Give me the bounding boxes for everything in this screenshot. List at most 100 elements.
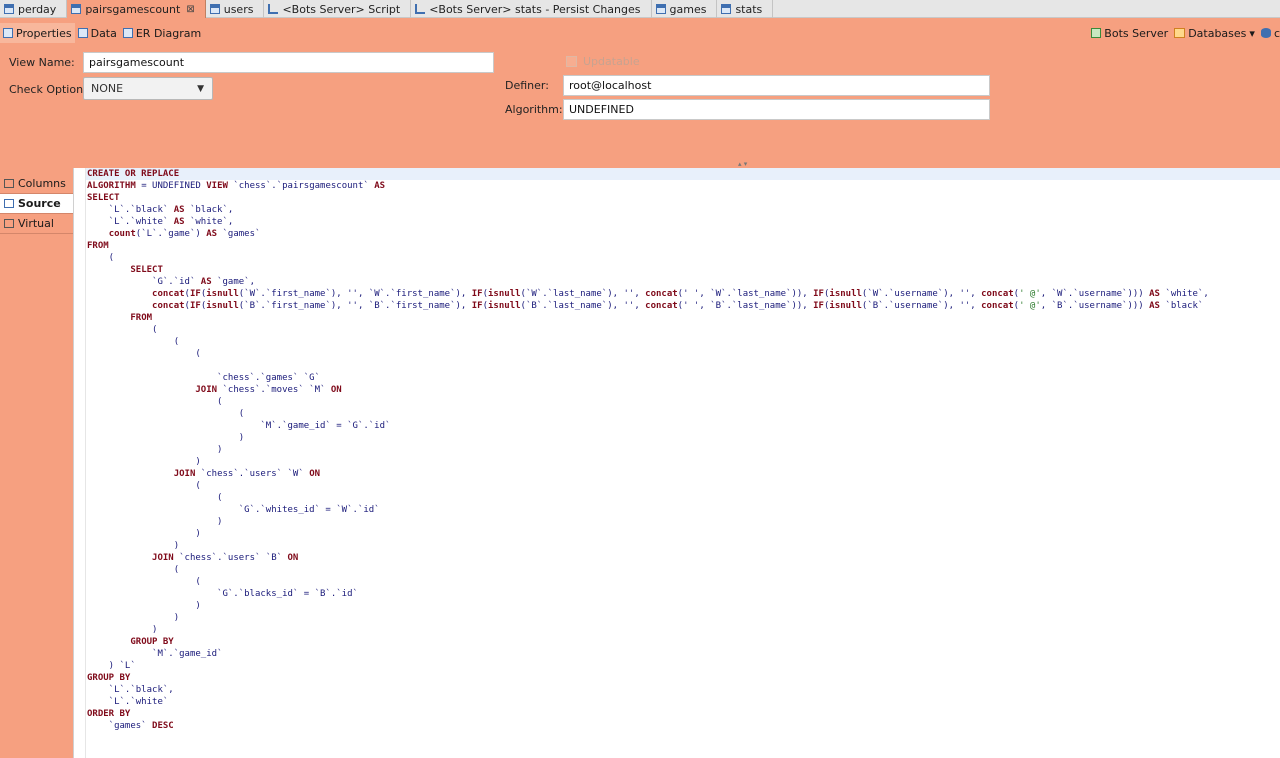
database-icon: [1260, 28, 1271, 38]
sql-token: `chess`.`moves` `M`: [217, 385, 331, 395]
sql-keyword: SELECT: [87, 193, 120, 203]
view-name-label: View Name:: [9, 56, 75, 69]
editor-tab[interactable]: pairsgamescount ⊠: [67, 0, 206, 18]
code-line: `L`.`white`: [87, 696, 1209, 708]
sql-keyword: DESC: [152, 721, 174, 731]
editor-tab-label: stats: [735, 2, 763, 16]
check-option-select[interactable]: NONE ▼: [83, 77, 213, 100]
sql-keyword: isnull: [829, 301, 862, 311]
tab-source[interactable]: Source: [0, 194, 73, 214]
code-line: (: [87, 480, 1209, 492]
close-icon[interactable]: ⊠: [186, 4, 194, 15]
sql-token: ): [87, 457, 201, 467]
sql-token: ): [87, 529, 201, 539]
code-line: JOIN `chess`.`users` `W` ON: [87, 468, 1209, 480]
editor-tab[interactable]: perday: [0, 0, 68, 18]
sql-source-editor[interactable]: CREATE OR REPLACE ALGORITHM = UNDEFINED V…: [73, 168, 1280, 758]
editor-tab[interactable]: users: [206, 0, 265, 18]
table-icon: [4, 4, 14, 14]
editor-tab[interactable]: stats: [717, 0, 774, 18]
sql-token: ' @': [1019, 289, 1041, 299]
chevron-down-icon: ▼: [197, 84, 204, 94]
databases-icon: [1174, 28, 1186, 38]
code-line: (: [87, 324, 1209, 336]
code-line: `G`.`id` AS `game`,: [87, 276, 1209, 288]
editor-tab[interactable]: <Bots Server> Script: [264, 0, 412, 18]
sql-keyword: AS: [173, 205, 185, 215]
sql-keyword: concat: [981, 301, 1014, 311]
sql-token: (: [87, 337, 180, 347]
algorithm-input[interactable]: UNDEFINED: [563, 99, 990, 120]
code-line: `G`.`whites_id` = `W`.`id`: [87, 504, 1209, 516]
tab-virtual-label: Virtual: [18, 217, 54, 230]
code-line: (: [87, 576, 1209, 588]
code-line: JOIN `chess`.`moves` `M` ON: [87, 384, 1209, 396]
sql-token: (`W`.`first_name`), '', `W`.`first_name`…: [238, 289, 472, 299]
sql-token: `chess`.`users` `W`: [195, 469, 310, 479]
code-line: `G`.`blacks_id` = `B`.`id`: [87, 588, 1209, 600]
script-icon: [268, 4, 279, 14]
code-line: `chess`.`games` `G`: [87, 372, 1209, 384]
code-line: ALGORITHM = UNDEFINED VIEW `chess`.`pair…: [87, 180, 1209, 192]
tab-er-diagram-label: ER Diagram: [135, 26, 202, 40]
sql-token: (`W`.`last_name`), '',: [520, 289, 646, 299]
code-line: (: [87, 396, 1209, 408]
tab-source-label: Source: [18, 197, 61, 210]
code-line: concat(IF(isnull(`W`.`first_name`), '', …: [87, 288, 1209, 300]
definer-input[interactable]: root@localhost: [563, 75, 990, 96]
updatable-checkbox[interactable]: Updatable: [566, 55, 640, 68]
sql-token: ): [87, 601, 201, 611]
sql-token: (`B`.`username`), '',: [861, 301, 982, 311]
databases-selector[interactable]: Databases ▾: [1174, 27, 1255, 40]
editor-tab[interactable]: <Bots Server> stats - Persist Changes: [411, 0, 652, 18]
sql-keyword: IF: [813, 289, 824, 299]
server-selector[interactable]: Bots Server: [1091, 27, 1168, 40]
code-line: SELECT: [87, 264, 1209, 276]
sql-keyword: isnull: [488, 301, 521, 311]
sql-token: `L`.`black`: [87, 205, 174, 215]
sql-keyword: concat: [152, 289, 185, 299]
sql-keyword: FROM: [130, 313, 153, 323]
sql-token: (`W`.`username`), '',: [861, 289, 982, 299]
tab-columns[interactable]: Columns: [0, 174, 73, 194]
more-toolbar[interactable]: c: [1260, 26, 1280, 40]
sql-token: `G`.`whites_id` = `W`.`id`: [87, 505, 380, 515]
tab-er-diagram[interactable]: ER Diagram: [120, 23, 204, 43]
code-line: `L`.`black` AS `black`,: [87, 204, 1209, 216]
sql-token: `games`: [87, 721, 153, 731]
sql-token: (: [87, 409, 245, 419]
view-name-input[interactable]: pairsgamescount: [83, 52, 494, 73]
sql-token: `L`.`white`: [87, 697, 169, 707]
sql-token: `white`,: [1159, 289, 1209, 299]
code-line: GROUP BY: [87, 672, 1209, 684]
server-label: Bots Server: [1104, 26, 1169, 40]
view-sidebar-tabs: Columns Source Virtual: [0, 174, 73, 234]
sql-token: (: [87, 325, 158, 335]
sql-keyword: AS: [1149, 289, 1160, 299]
code-line: JOIN `chess`.`users` `B` ON: [87, 552, 1209, 564]
sql-token: , `B`.`username`))): [1040, 301, 1150, 311]
editor-tab[interactable]: games: [652, 0, 718, 18]
sash-handle[interactable]: ▴ ▾: [738, 160, 747, 168]
tab-data[interactable]: Data: [75, 23, 120, 43]
more-toolbar-label: c: [1273, 26, 1280, 40]
code-line: (: [87, 564, 1209, 576]
editor-tab-label: perday: [18, 2, 57, 16]
sql-token: `black`: [1159, 301, 1204, 311]
sql-keyword: FROM: [87, 241, 109, 251]
sql-token: (: [87, 397, 223, 407]
sql-token: `G`.`blacks_id` = `B`.`id`: [87, 589, 358, 599]
sql-keyword: AS: [374, 181, 386, 191]
sql-keyword: ON: [330, 385, 342, 395]
tab-virtual[interactable]: Virtual: [0, 214, 73, 234]
sql-keyword: ALGORITHM: [87, 181, 136, 191]
sql-keyword: VIEW: [206, 181, 228, 191]
code-line: `games` DESC: [87, 720, 1209, 732]
tab-properties[interactable]: Properties: [0, 23, 75, 43]
